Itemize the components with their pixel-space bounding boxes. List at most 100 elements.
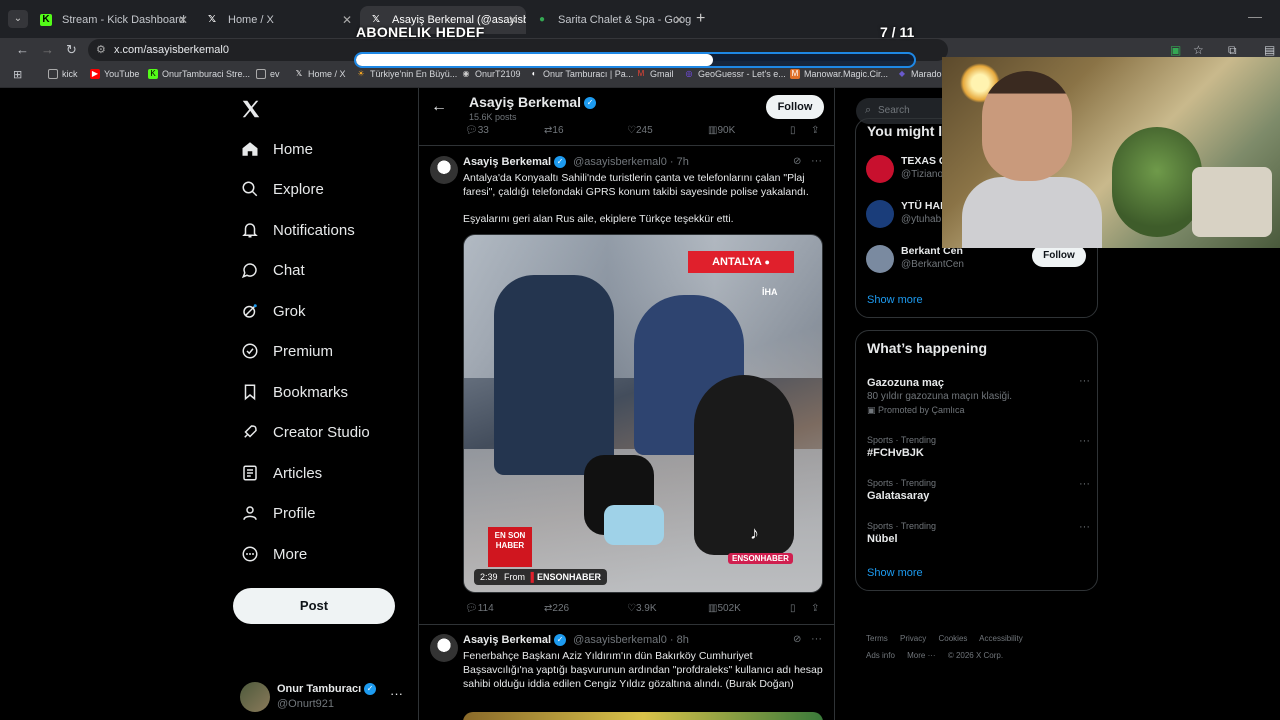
close-tab-icon[interactable]: ✕	[342, 6, 352, 34]
back-arrow-icon[interactable]: ←	[431, 98, 447, 116]
tab-sarita-chalet[interactable]: ● Sarita Chalet & Spa - Google H ✕	[526, 6, 692, 34]
bookmark-manowar[interactable]: M Manowar.Magic.Cir...	[790, 69, 888, 79]
back-icon[interactable]: ←	[16, 42, 29, 57]
grok-icon[interactable]: ⊘	[793, 156, 801, 167]
tweet-author-name[interactable]: Asayiş Berkemal	[463, 634, 551, 646]
show-more-link[interactable]: Show more	[867, 567, 923, 579]
footer-link-more[interactable]: More ···	[907, 651, 935, 660]
bookmark-onurtamburaci-stream[interactable]: K OnurTamburaci Stre...	[148, 69, 250, 79]
share-icon[interactable]: ⇪	[811, 125, 819, 136]
bookmark-turkiye[interactable]: ☀ Türkiye'nin En Büyü...	[356, 69, 457, 79]
reload-icon[interactable]: ↻	[66, 42, 77, 58]
like-button[interactable]: ♡ 245	[627, 125, 653, 136]
grok-icon[interactable]: ⊘	[793, 634, 801, 645]
nav-more[interactable]: More	[240, 539, 307, 569]
post-button[interactable]: Post	[233, 588, 395, 624]
nav-creator-studio[interactable]: Creator Studio	[240, 417, 370, 447]
repost-button[interactable]: ⇄ 226	[544, 603, 569, 614]
show-more-link[interactable]: Show more	[867, 294, 923, 306]
footer-link-accessibility[interactable]: Accessibility	[979, 634, 1023, 643]
subscription-goal-title: ABONELIK HEDEF	[356, 24, 485, 40]
nav-home[interactable]: Home	[240, 134, 313, 164]
extensions-puzzle-icon[interactable]: ⧉	[1228, 43, 1237, 58]
close-tab-icon[interactable]: ✕	[674, 6, 684, 34]
x-logo-icon[interactable]	[240, 98, 262, 120]
more-options-icon[interactable]: ···	[811, 633, 822, 645]
bookmark-youtube[interactable]: ▶ YouTube	[90, 69, 139, 79]
footer-link-privacy[interactable]: Privacy	[900, 634, 926, 643]
bookmark-kick[interactable]: kick	[48, 69, 78, 79]
minimize-icon[interactable]: —	[1248, 8, 1262, 24]
profile-icon[interactable]: ▤	[1264, 43, 1275, 57]
follow-button[interactable]: Follow	[766, 95, 824, 119]
tweet-media-preview[interactable]	[463, 712, 823, 720]
close-tab-icon[interactable]: ✕	[508, 6, 518, 34]
close-tab-icon[interactable]: ✕	[178, 6, 188, 34]
more-options-icon[interactable]: ···	[1079, 375, 1090, 387]
views-button[interactable]: ▥ 502K	[708, 603, 741, 614]
tweet-author-name[interactable]: Asayiş Berkemal	[463, 156, 551, 168]
tweet-text: Antalya'da Konyaaltı Sahili'nde turistle…	[463, 172, 809, 198]
forward-icon[interactable]: →	[41, 42, 54, 57]
bookmark-gmail[interactable]: M Gmail	[636, 69, 674, 79]
bookmark-icon[interactable]: ▯	[790, 603, 796, 614]
nav-articles[interactable]: Articles	[240, 458, 322, 488]
tweet-video[interactable]: ANTALYA ● İHA EN SON HABER ♪ ENSONHABER …	[463, 234, 823, 593]
footer-link-ads-info[interactable]: Ads info	[866, 651, 895, 660]
nav-profile[interactable]: Profile	[240, 498, 316, 528]
bookmark-maradon[interactable]: ◆ Maradon	[897, 69, 947, 79]
reply-button[interactable]: 💬︎ 114	[465, 603, 494, 614]
suggested-account-handle: @BerkantCen	[901, 259, 964, 270]
share-icon[interactable]: ⇪	[811, 603, 819, 614]
bookmark-geoguessr[interactable]: ◎ GeoGuessr - Let's e...	[684, 69, 786, 79]
site-info-icon[interactable]: ⚙	[96, 43, 106, 56]
tweet-author-handle[interactable]: @asayisberkemal0 · 8h	[573, 634, 689, 646]
nav-label: Explore	[273, 180, 324, 198]
nav-chat[interactable]: Chat	[240, 255, 305, 285]
views-button[interactable]: ▥ 90K	[708, 125, 735, 136]
reply-button[interactable]: 💬︎ 33	[465, 125, 489, 136]
tab-home-x[interactable]: 𝕏 Home / X ✕	[196, 6, 360, 34]
nav-bookmarks[interactable]: Bookmarks	[240, 377, 348, 407]
tweet-actions: 💬︎ 33 ⇄ 16 ♡ 245 ▥ 90K ▯ ⇪	[463, 125, 823, 139]
site-icon: ◆	[898, 69, 906, 78]
more-options-icon[interactable]: ···	[1079, 435, 1090, 447]
trend-item[interactable]: Sports · Trending Galatasaray ···	[867, 478, 1092, 502]
nav-explore[interactable]: Explore	[240, 174, 324, 204]
extension-icon[interactable]: ▣	[1170, 43, 1181, 57]
trend-item[interactable]: Gazozuna maç 80 yıldır gazozuna maçın kl…	[867, 375, 1092, 416]
account-more-icon[interactable]: ···	[390, 686, 403, 701]
repost-button[interactable]: ⇄ 16	[544, 125, 564, 136]
apps-grid-icon[interactable]: ⊞	[13, 68, 22, 81]
more-options-icon[interactable]: ···	[811, 155, 822, 167]
bookmark-home-x[interactable]: 𝕏 Home / X	[294, 69, 346, 79]
tweet-avatar[interactable]	[430, 634, 458, 662]
trend-item[interactable]: Sports · Trending #FCHvBJK ···	[867, 435, 1092, 459]
bookmark-onurt2109[interactable]: ◉ OnurT2109	[461, 69, 521, 79]
nav-grok[interactable]: Grok	[240, 296, 306, 326]
tweet-author-handle[interactable]: @asayisberkemal0 · 7h	[573, 156, 689, 168]
nav-label: Articles	[273, 464, 323, 482]
follow-button[interactable]: Follow	[1032, 245, 1086, 267]
account-switcher[interactable]: Onur Tamburacı ✓ @Onurt921 ···	[240, 680, 410, 712]
tweet-avatar[interactable]	[430, 156, 458, 184]
article-icon	[240, 463, 260, 483]
bookmark-ev[interactable]: ev	[256, 69, 280, 79]
nav-premium[interactable]: Premium	[240, 336, 333, 366]
footer-link-cookies[interactable]: Cookies	[938, 634, 967, 643]
bookmark-icon[interactable]: ▯	[790, 125, 796, 136]
like-button[interactable]: ♡ 3.9K	[627, 603, 657, 614]
video-source[interactable]: ENSONHABER	[537, 572, 601, 582]
more-options-icon[interactable]: ···	[1079, 521, 1090, 533]
bookmark-star-icon[interactable]: ☆	[1193, 43, 1204, 57]
bookmark-onur-tamburaci-pa[interactable]: ◐ Onur Tamburacı | Pa...	[529, 69, 634, 79]
trend-item[interactable]: Sports · Trending Nübel ···	[867, 521, 1092, 545]
new-tab-button[interactable]: +	[696, 10, 705, 28]
nav-notifications[interactable]: Notifications	[240, 215, 355, 245]
more-options-icon[interactable]: ···	[1079, 478, 1090, 490]
footer-link-terms[interactable]: Terms	[866, 634, 888, 643]
tab-list-button[interactable]: ⌄	[8, 10, 28, 28]
suggested-account[interactable]: Berkant Cen @BerkantCen Follow	[866, 245, 1091, 275]
tab-kick-dashboard[interactable]: K Stream - Kick Dashboard ✕	[30, 6, 196, 34]
home-icon	[240, 139, 260, 159]
